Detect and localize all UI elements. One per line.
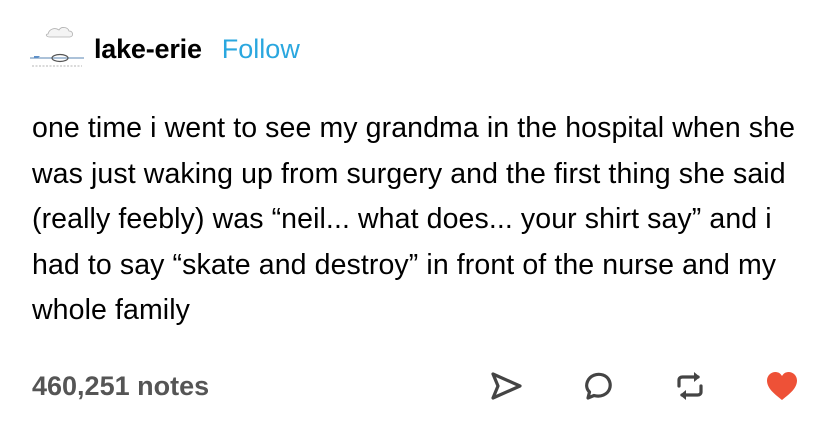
blog-name[interactable]: lake-erie xyxy=(94,34,202,65)
share-button[interactable] xyxy=(486,366,526,406)
post-footer: 460,251 notes xyxy=(32,360,802,412)
paper-plane-icon xyxy=(491,372,522,400)
lake-drawing-avatar-icon xyxy=(30,27,84,67)
avatar[interactable] xyxy=(28,20,86,78)
post-text: one time i went to see my grandma in the… xyxy=(32,112,796,326)
post-actions xyxy=(486,366,802,406)
notes-count[interactable]: 460,251 notes xyxy=(32,371,209,402)
reblog-button[interactable] xyxy=(670,366,710,406)
heart-icon xyxy=(767,372,797,400)
follow-button[interactable]: Follow xyxy=(222,34,300,65)
speech-bubble-icon xyxy=(585,372,612,400)
post-header: lake-erie Follow xyxy=(28,18,300,80)
reblog-arrows-icon xyxy=(677,372,703,400)
reply-button[interactable] xyxy=(578,366,618,406)
like-button[interactable] xyxy=(762,366,802,406)
